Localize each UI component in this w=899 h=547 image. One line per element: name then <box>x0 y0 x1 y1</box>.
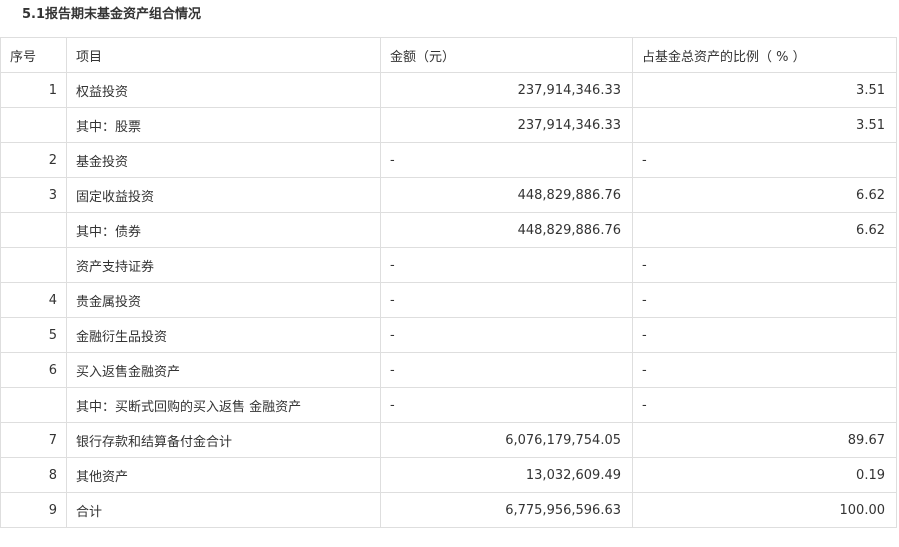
section-title: 5.1报告期末基金资产组合情况 <box>22 7 202 22</box>
row-amount: - <box>380 387 633 423</box>
row-ratio: - <box>632 317 897 353</box>
row-ratio: 6.62 <box>632 177 897 213</box>
table-row: 6 买入返售金融资产 - - <box>0 352 897 388</box>
row-item: 其中：债券 <box>66 212 381 248</box>
table-row: 9 合计 6,775,956,596.63 100.00 <box>0 492 897 528</box>
row-amount: 13,032,609.49 <box>380 457 633 493</box>
row-amount: - <box>380 282 633 318</box>
row-amount: 6,775,956,596.63 <box>380 492 633 528</box>
row-seq: 4 <box>0 282 67 318</box>
row-item: 金融衍生品投资 <box>66 317 381 353</box>
table-row: 其中：债券 448,829,886.76 6.62 <box>0 212 897 248</box>
row-ratio: - <box>632 282 897 318</box>
row-amount: 448,829,886.76 <box>380 212 633 248</box>
asset-portfolio-table: 序号 项目 金额（元） 占基金总资产的比例（ % ） 1 权益投资 237,914,… <box>0 37 897 528</box>
header-ratio: 占基金总资产的比例（ % ） <box>632 37 897 73</box>
row-ratio: 100.00 <box>632 492 897 528</box>
table-body: 1 权益投资 237,914,346.33 3.51 其中：股票 237,914,346.… <box>0 72 897 528</box>
row-amount: - <box>380 352 633 388</box>
row-ratio: 0.19 <box>632 457 897 493</box>
row-item: 权益投资 <box>66 72 381 108</box>
row-seq: 5 <box>0 317 67 353</box>
row-seq: 1 <box>0 72 67 108</box>
row-item: 其他资产 <box>66 457 381 493</box>
row-item: 买入返售金融资产 <box>66 352 381 388</box>
row-seq: 3 <box>0 177 67 213</box>
row-ratio: 3.51 <box>632 72 897 108</box>
row-item: 其中：买断式回购的买入返售 金融资产 <box>66 387 381 423</box>
row-item: 银行存款和结算备付金合计 <box>66 422 381 458</box>
row-seq <box>0 212 67 248</box>
row-item: 基金投资 <box>66 142 381 178</box>
table-row: 资产支持证券 - - <box>0 247 897 283</box>
table-header-row: 序号 项目 金额（元） 占基金总资产的比例（ % ） <box>0 37 897 73</box>
header-item: 项目 <box>66 37 381 73</box>
table-row: 5 金融衍生品投资 - - <box>0 317 897 353</box>
row-amount: 237,914,346.33 <box>380 72 633 108</box>
row-ratio: 89.67 <box>632 422 897 458</box>
row-seq <box>0 247 67 283</box>
table-row: 3 固定收益投资 448,829,886.76 6.62 <box>0 177 897 213</box>
row-item: 合计 <box>66 492 381 528</box>
row-seq: 8 <box>0 457 67 493</box>
row-ratio: 3.51 <box>632 107 897 143</box>
table-row: 其中：股票 237,914,346.33 3.51 <box>0 107 897 143</box>
row-item: 其中：股票 <box>66 107 381 143</box>
row-ratio: - <box>632 387 897 423</box>
table-row: 8 其他资产 13,032,609.49 0.19 <box>0 457 897 493</box>
row-seq: 6 <box>0 352 67 388</box>
row-item: 贵金属投资 <box>66 282 381 318</box>
header-amount: 金额（元） <box>380 37 633 73</box>
row-seq: 9 <box>0 492 67 528</box>
table-row: 4 贵金属投资 - - <box>0 282 897 318</box>
row-ratio: 6.62 <box>632 212 897 248</box>
row-amount: 237,914,346.33 <box>380 107 633 143</box>
row-amount: 6,076,179,754.05 <box>380 422 633 458</box>
row-seq <box>0 387 67 423</box>
row-seq: 2 <box>0 142 67 178</box>
table-row: 其中：买断式回购的买入返售 金融资产 - - <box>0 387 897 423</box>
row-amount: - <box>380 317 633 353</box>
row-ratio: - <box>632 142 897 178</box>
row-seq: 7 <box>0 422 67 458</box>
table-row: 2 基金投资 - - <box>0 142 897 178</box>
row-ratio: - <box>632 352 897 388</box>
table-row: 7 银行存款和结算备付金合计 6,076,179,754.05 89.67 <box>0 422 897 458</box>
header-seq: 序号 <box>0 37 67 73</box>
row-item: 固定收益投资 <box>66 177 381 213</box>
row-item: 资产支持证券 <box>66 247 381 283</box>
row-amount: 448,829,886.76 <box>380 177 633 213</box>
row-seq <box>0 107 67 143</box>
row-ratio: - <box>632 247 897 283</box>
row-amount: - <box>380 142 633 178</box>
row-amount: - <box>380 247 633 283</box>
table-row: 1 权益投资 237,914,346.33 3.51 <box>0 72 897 108</box>
